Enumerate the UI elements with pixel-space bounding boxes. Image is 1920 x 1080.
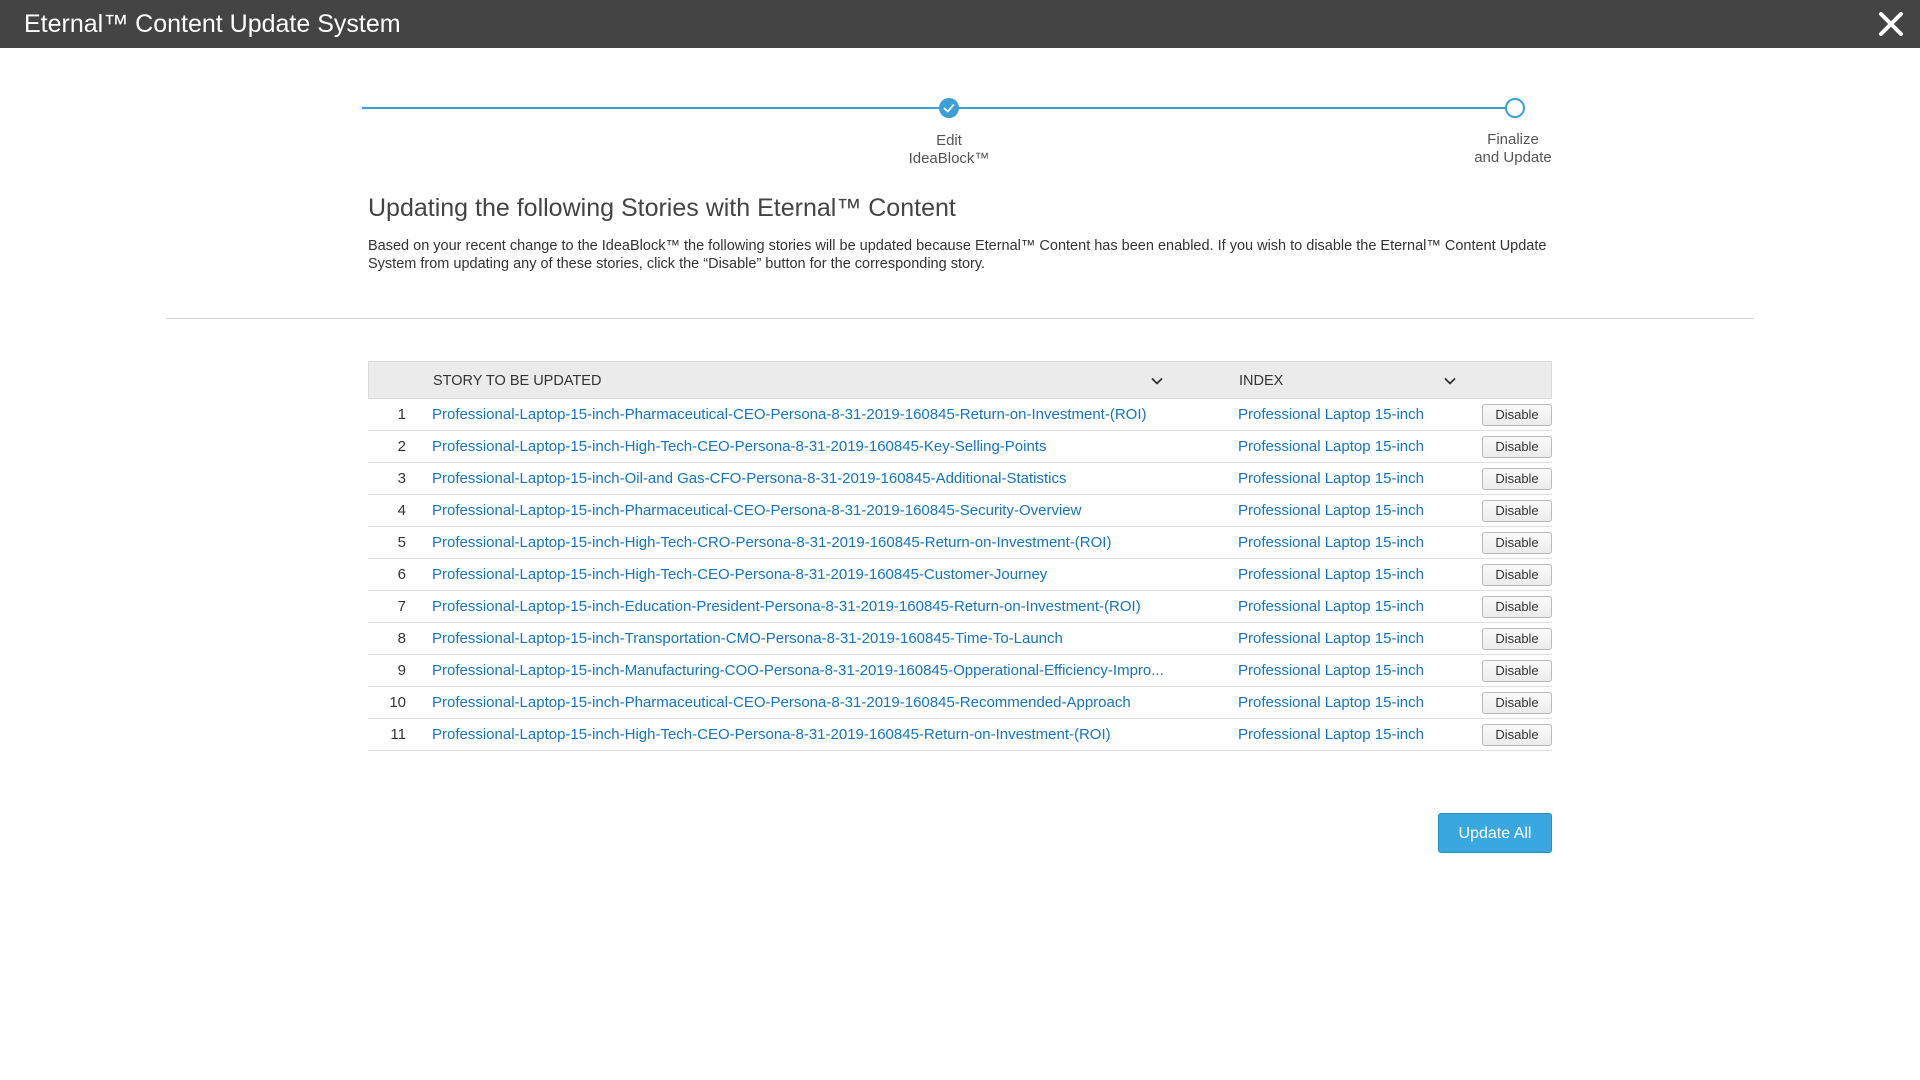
row-number: 2 xyxy=(397,438,406,455)
row-number: 10 xyxy=(389,694,406,711)
chevron-down-icon[interactable] xyxy=(1150,374,1164,388)
table-row: 6 Professional-Laptop-15-inch-High-Tech-C… xyxy=(368,559,1552,591)
progress-stepper: Edit IdeaBlock™ Finalize and Update xyxy=(362,90,1552,180)
story-link[interactable]: Professional-Laptop-15-inch-Oil-and Gas-… xyxy=(432,463,1200,495)
story-link[interactable]: Professional-Laptop-15-inch-Manufacturin… xyxy=(432,655,1200,687)
story-link[interactable]: Professional-Laptop-15-inch-High-Tech-CR… xyxy=(432,527,1200,559)
disable-button[interactable]: Disable xyxy=(1482,500,1552,522)
page-heading: Updating the following Stories with Eter… xyxy=(368,194,956,222)
table-row: 10 Professional-Laptop-15-inch-Pharmaceut… xyxy=(368,687,1552,719)
index-link[interactable]: Professional Laptop 15-inch xyxy=(1238,431,1424,463)
index-link[interactable]: Professional Laptop 15-inch xyxy=(1238,623,1424,655)
table-row: 11 Professional-Laptop-15-inch-High-Tech-… xyxy=(368,719,1552,751)
table-body: 1 Professional-Laptop-15-inch-Pharmaceuti… xyxy=(368,399,1552,751)
story-link[interactable]: Professional-Laptop-15-inch-Pharmaceutic… xyxy=(432,687,1200,719)
disable-button[interactable]: Disable xyxy=(1482,596,1552,618)
index-link[interactable]: Professional Laptop 15-inch xyxy=(1238,591,1424,623)
disable-button[interactable]: Disable xyxy=(1482,628,1552,650)
index-link[interactable]: Professional Laptop 15-inch xyxy=(1238,463,1424,495)
disable-button[interactable]: Disable xyxy=(1482,404,1552,426)
column-header-story[interactable]: STORY TO BE UPDATED xyxy=(433,362,601,400)
row-number: 4 xyxy=(397,502,406,519)
index-link[interactable]: Professional Laptop 15-inch xyxy=(1238,495,1424,527)
table-row: 2 Professional-Laptop-15-inch-High-Tech-C… xyxy=(368,431,1552,463)
update-all-button[interactable]: Update All xyxy=(1438,813,1552,853)
step-label-edit-ideablock: Edit IdeaBlock™ xyxy=(908,132,990,167)
disable-button[interactable]: Disable xyxy=(1482,564,1552,586)
disable-button[interactable]: Disable xyxy=(1482,692,1552,714)
index-link[interactable]: Professional Laptop 15-inch xyxy=(1238,399,1424,431)
disable-button[interactable]: Disable xyxy=(1482,468,1552,490)
table-row: 7 Professional-Laptop-15-inch-Education-P… xyxy=(368,591,1552,623)
table-row: 4 Professional-Laptop-15-inch-Pharmaceuti… xyxy=(368,495,1552,527)
stories-table: STORY TO BE UPDATED INDEX 1 Professional-… xyxy=(368,361,1552,751)
step-label-finalize-update: Finalize and Update xyxy=(1474,131,1552,166)
row-number: 6 xyxy=(397,566,406,583)
section-divider xyxy=(166,318,1754,319)
story-link[interactable]: Professional-Laptop-15-inch-Education-Pr… xyxy=(432,591,1200,623)
row-number: 5 xyxy=(397,534,406,551)
story-link[interactable]: Professional-Laptop-15-inch-Transportati… xyxy=(432,623,1200,655)
story-link[interactable]: Professional-Laptop-15-inch-High-Tech-CE… xyxy=(432,719,1200,751)
table-header: STORY TO BE UPDATED INDEX xyxy=(368,361,1552,399)
index-link[interactable]: Professional Laptop 15-inch xyxy=(1238,527,1424,559)
row-number: 9 xyxy=(397,662,406,679)
column-header-index[interactable]: INDEX xyxy=(1239,362,1283,400)
row-number: 7 xyxy=(397,598,406,615)
step-completed-check-icon xyxy=(939,98,959,118)
story-link[interactable]: Professional-Laptop-15-inch-High-Tech-CE… xyxy=(432,559,1200,591)
index-link[interactable]: Professional Laptop 15-inch xyxy=(1238,687,1424,719)
window-title: Eternal™ Content Update System xyxy=(24,10,401,38)
index-link[interactable]: Professional Laptop 15-inch xyxy=(1238,559,1424,591)
table-row: 1 Professional-Laptop-15-inch-Pharmaceuti… xyxy=(368,399,1552,431)
row-number: 8 xyxy=(397,630,406,647)
index-link[interactable]: Professional Laptop 15-inch xyxy=(1238,719,1424,751)
table-row: 9 Professional-Laptop-15-inch-Manufacturi… xyxy=(368,655,1552,687)
disable-button[interactable]: Disable xyxy=(1482,532,1552,554)
disable-button[interactable]: Disable xyxy=(1482,660,1552,682)
table-row: 5 Professional-Laptop-15-inch-High-Tech-C… xyxy=(368,527,1552,559)
disable-button[interactable]: Disable xyxy=(1482,724,1552,746)
disable-button[interactable]: Disable xyxy=(1482,436,1552,458)
row-number: 3 xyxy=(397,470,406,487)
table-row: 3 Professional-Laptop-15-inch-Oil-and Gas… xyxy=(368,463,1552,495)
story-link[interactable]: Professional-Laptop-15-inch-Pharmaceutic… xyxy=(432,399,1200,431)
chevron-down-icon[interactable] xyxy=(1443,374,1457,388)
page-description: Based on your recent change to the IdeaB… xyxy=(368,238,1547,272)
row-number: 11 xyxy=(390,726,406,743)
step-pending-circle-icon xyxy=(1505,98,1525,118)
index-link[interactable]: Professional Laptop 15-inch xyxy=(1238,655,1424,687)
row-number: 1 xyxy=(397,406,406,423)
table-row: 8 Professional-Laptop-15-inch-Transportat… xyxy=(368,623,1552,655)
close-icon[interactable] xyxy=(1876,9,1906,39)
title-bar: Eternal™ Content Update System xyxy=(0,0,1920,48)
story-link[interactable]: Professional-Laptop-15-inch-Pharmaceutic… xyxy=(432,495,1200,527)
story-link[interactable]: Professional-Laptop-15-inch-High-Tech-CE… xyxy=(432,431,1200,463)
